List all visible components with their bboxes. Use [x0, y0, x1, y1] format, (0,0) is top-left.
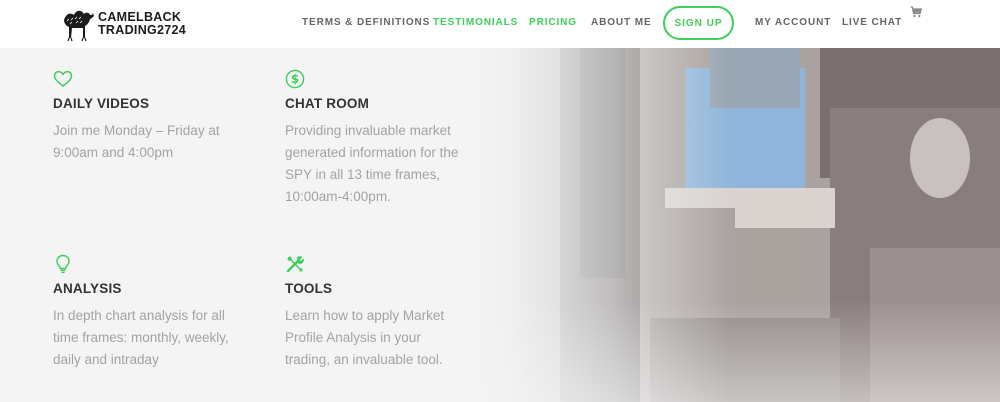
feature-daily-videos: DAILY VIDEOS Join me Monday – Friday at … [53, 69, 253, 164]
nav-live-chat[interactable]: LIVE CHAT [842, 17, 902, 28]
feature-description: Providing invaluable market generated in… [285, 123, 459, 204]
site-header: CAMELBACK TRADING2724 TERMS & DEFINITION… [0, 0, 1000, 48]
lightbulb-icon [56, 254, 70, 273]
tools-icon [286, 256, 304, 273]
feature-title: ANALYSIS [53, 281, 122, 296]
feature-title: TOOLS [285, 281, 333, 296]
feature-description: Learn how to apply Market Profile Analys… [285, 308, 445, 367]
feature-chat-room: $ CHAT ROOM Providing invaluable market … [285, 69, 470, 208]
nav-about-me[interactable]: ABOUT ME [591, 17, 652, 28]
heart-icon [53, 70, 73, 87]
nav-pricing[interactable]: PRICING [529, 17, 577, 28]
nav-testimonials[interactable]: TESTIMONIALS [433, 17, 518, 28]
dollar-icon: $ [285, 69, 305, 89]
main-nav: TERMS & DEFINITIONS TESTIMONIALS PRICING… [0, 0, 1000, 48]
cart-icon[interactable] [910, 6, 922, 18]
sign-up-button[interactable]: SIGN UP [663, 6, 734, 40]
photo-bottom-fade [470, 300, 1000, 402]
feature-title: DAILY VIDEOS [53, 96, 150, 111]
feature-tools: TOOLS Learn how to apply Market Profile … [285, 254, 465, 371]
feature-analysis: ANALYSIS In depth chart analysis for all… [53, 254, 243, 371]
feature-description: Join me Monday – Friday at 9:00am and 4:… [53, 123, 220, 160]
svg-text:$: $ [291, 72, 299, 86]
feature-description: In depth chart analysis for all time fra… [53, 308, 229, 367]
nav-terms-definitions[interactable]: TERMS & DEFINITIONS [302, 17, 430, 28]
feature-title: CHAT ROOM [285, 96, 370, 111]
nav-my-account[interactable]: MY ACCOUNT [755, 17, 831, 28]
